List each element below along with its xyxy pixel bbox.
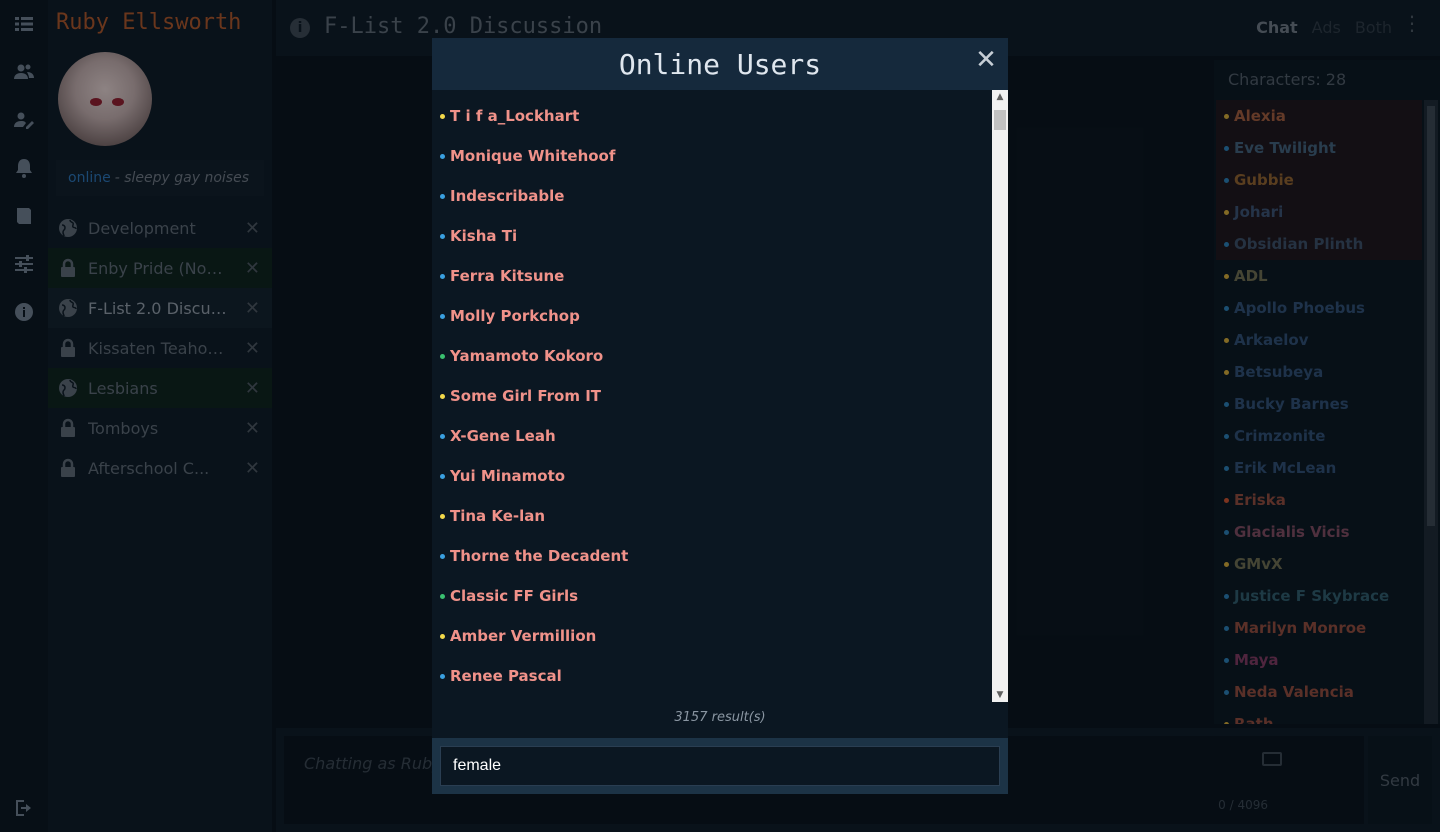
online-user-item[interactable]: Renee Pascal bbox=[432, 656, 992, 696]
status-dot-icon bbox=[440, 553, 445, 559]
status-dot-icon bbox=[440, 673, 445, 679]
online-user-item[interactable]: Amber Vermillion bbox=[432, 616, 992, 656]
user-name: Tina Ke-lan bbox=[450, 507, 546, 525]
user-name: Amber Vermillion bbox=[450, 627, 597, 645]
user-name: T i f a_Lockhart bbox=[450, 107, 580, 125]
user-name: Yamamoto Kokoro bbox=[450, 347, 604, 365]
modal-scrollbar[interactable]: ▲ ▼ bbox=[992, 90, 1008, 702]
status-dot-icon bbox=[440, 273, 445, 279]
search-input[interactable] bbox=[440, 746, 1000, 786]
user-name: Thorne the Decadent bbox=[450, 547, 629, 565]
status-dot-icon bbox=[440, 393, 445, 399]
result-count: 3157 result(s) bbox=[674, 710, 766, 725]
online-user-item[interactable]: T i f a_Lockhart bbox=[432, 96, 992, 136]
status-dot-icon bbox=[440, 433, 445, 439]
user-name: Ferra Kitsune bbox=[450, 267, 565, 285]
status-dot-icon bbox=[440, 593, 445, 599]
online-user-list: T i f a_Lockhart Monique Whitehoof Indescr… bbox=[432, 96, 992, 702]
modal-title: Online Users bbox=[618, 48, 822, 81]
online-user-item[interactable]: Yamamoto Kokoro bbox=[432, 336, 992, 376]
status-dot-icon bbox=[440, 353, 445, 359]
online-user-item[interactable]: Molly Porkchop bbox=[432, 296, 992, 336]
user-name: Yui Minamoto bbox=[450, 467, 566, 485]
status-dot-icon bbox=[440, 513, 445, 519]
scrollbar-thumb[interactable] bbox=[994, 110, 1006, 130]
online-user-item[interactable]: Kisha Ti bbox=[432, 216, 992, 256]
status-dot-icon bbox=[440, 633, 445, 639]
online-user-item[interactable]: Tina Ke-lan bbox=[432, 496, 992, 536]
status-dot-icon bbox=[440, 233, 445, 239]
online-user-item[interactable]: Yui Minamoto bbox=[432, 456, 992, 496]
search-bar bbox=[432, 738, 1008, 794]
status-dot-icon bbox=[440, 153, 445, 159]
online-user-item[interactable]: X-Gene Leah bbox=[432, 416, 992, 456]
user-name: Molly Porkchop bbox=[450, 307, 580, 325]
user-name: Indescribable bbox=[450, 187, 565, 205]
online-user-item[interactable]: Thorne the Decadent bbox=[432, 536, 992, 576]
user-name: Monique Whitehoof bbox=[450, 147, 616, 165]
status-dot-icon bbox=[440, 473, 445, 479]
user-name: Kisha Ti bbox=[450, 227, 518, 245]
status-dot-icon bbox=[440, 193, 445, 199]
user-name: Classic FF Girls bbox=[450, 587, 579, 605]
online-user-item[interactable]: Indescribable bbox=[432, 176, 992, 216]
modal-header: Online Users ✕ bbox=[432, 38, 1008, 90]
scroll-up-icon[interactable]: ▲ bbox=[992, 90, 1008, 104]
online-user-item[interactable]: Some Girl From IT bbox=[432, 376, 992, 416]
close-icon[interactable]: ✕ bbox=[974, 47, 998, 73]
online-user-item[interactable]: Classic FF Girls bbox=[432, 576, 992, 616]
scroll-down-icon[interactable]: ▼ bbox=[992, 688, 1008, 702]
user-name: Some Girl From IT bbox=[450, 387, 602, 405]
user-name: X-Gene Leah bbox=[450, 427, 556, 445]
online-user-item[interactable]: Monique Whitehoof bbox=[432, 136, 992, 176]
status-dot-icon bbox=[440, 113, 445, 119]
user-name: Renee Pascal bbox=[450, 667, 562, 685]
status-dot-icon bbox=[440, 313, 445, 319]
online-user-item[interactable]: Ferra Kitsune bbox=[432, 256, 992, 296]
online-users-modal: Online Users ✕ T i f a_Lockhart Monique W… bbox=[432, 38, 1008, 794]
